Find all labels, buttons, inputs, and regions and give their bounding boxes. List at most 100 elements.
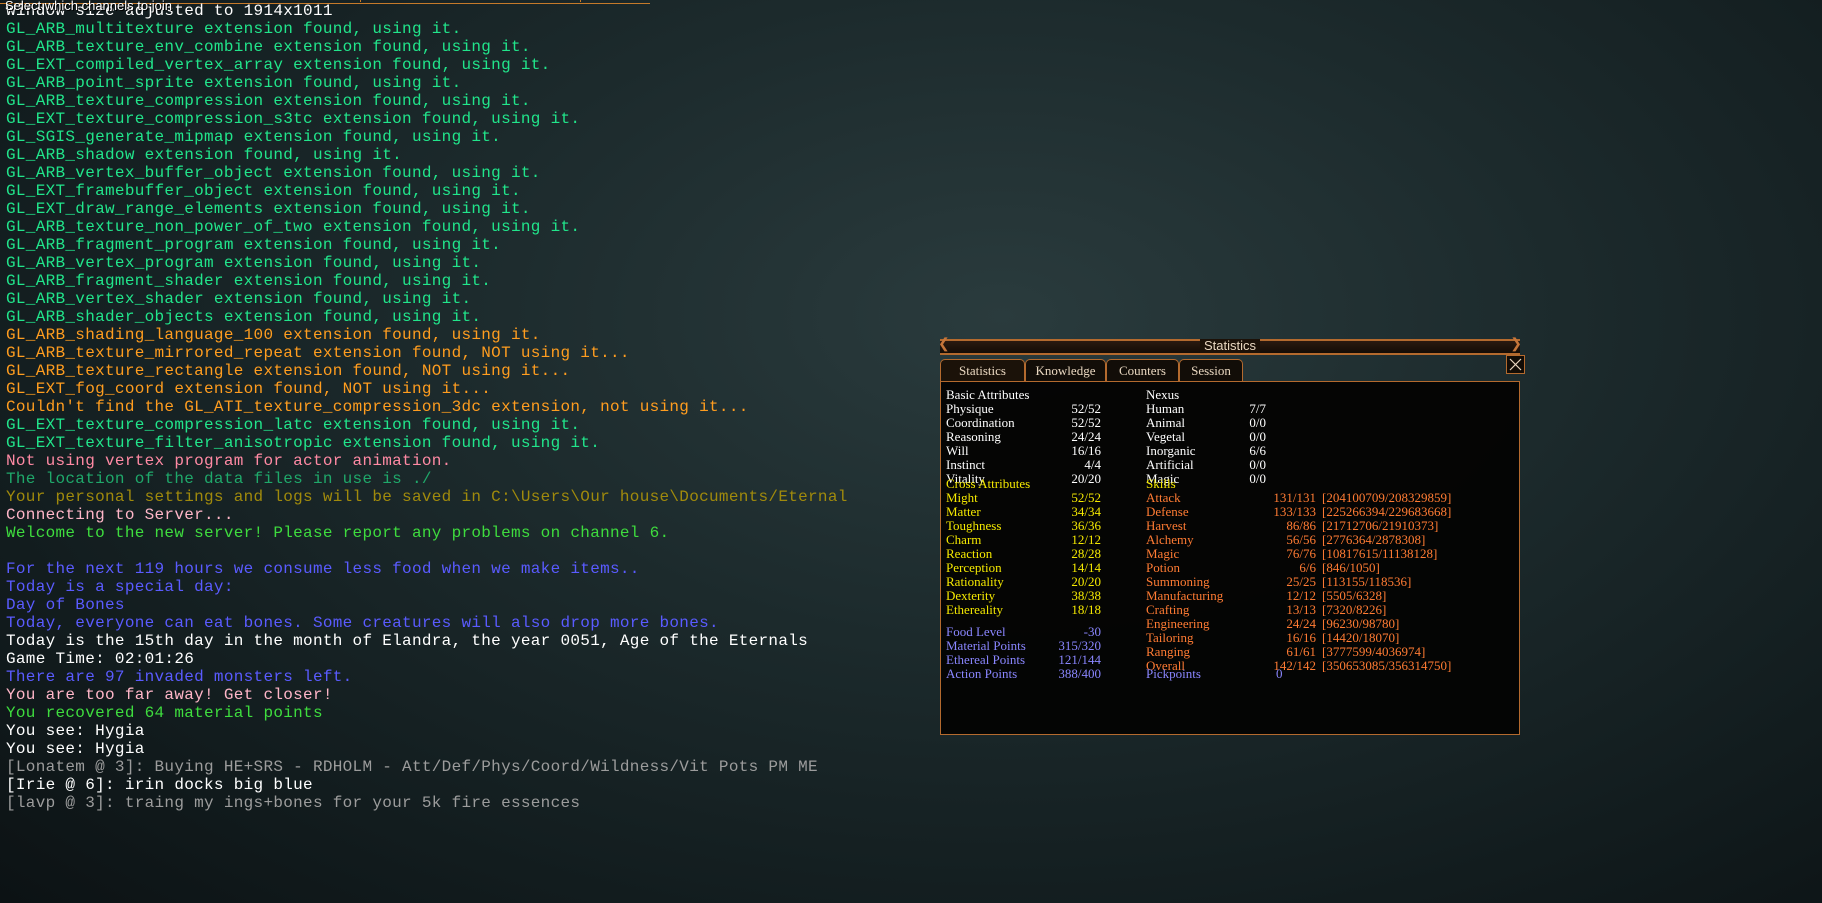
console-line: GL_ARB_fragment_shader extension found, … [6, 272, 492, 290]
skill-label: Summoning [1146, 574, 1210, 589]
skill-value: 13/13 [1286, 602, 1316, 617]
basic-attribute-label: Coordination [946, 415, 1015, 430]
cross-attribute-value: 38/38 [1071, 588, 1101, 603]
console-log: Window size adjusted to 1914x1011 GL_ARB_… [6, 2, 1006, 812]
window-title-bar[interactable]: ❮ ❯ Statistics [938, 337, 1522, 355]
skill-label: Tailoring [1146, 630, 1194, 645]
basic-attribute-label: Instinct [946, 457, 985, 472]
console-line: GL_EXT_texture_compression_s3tc extensio… [6, 110, 581, 128]
console-line: Not using vertex program for actor anima… [6, 452, 452, 470]
skill-value: 24/24 [1286, 616, 1316, 631]
console-line: GL_SGIS_generate_mipmap extension found,… [6, 128, 502, 146]
skill-value: 6/6 [1299, 560, 1316, 575]
tab-session[interactable]: Session [1179, 359, 1243, 381]
skill-value: 142/142 [1273, 658, 1316, 673]
nexus-value: 0/0 [1249, 471, 1266, 486]
console-line: Today, everyone can eat bones. Some crea… [6, 614, 719, 632]
tab-statistics[interactable]: Statistics [940, 359, 1025, 381]
skill-value: 86/86 [1286, 518, 1316, 533]
skill-value: 25/25 [1286, 574, 1316, 589]
cross-attribute-value: 12/12 [1071, 532, 1101, 547]
console-line: Connecting to Server... [6, 506, 234, 524]
tab-knowledge[interactable]: Knowledge [1025, 359, 1106, 381]
basic-attribute-value: 52/52 [1071, 415, 1101, 430]
cross-attribute-value: 52/52 [1071, 490, 1101, 505]
cross-attribute-label: Matter [946, 504, 981, 519]
skill-exp: [5505/6328] [1322, 588, 1387, 603]
cross-attribute-label: Rationality [946, 574, 1004, 589]
skill-label: Potion [1146, 560, 1180, 575]
skill-value: 61/61 [1286, 644, 1316, 659]
console-line: GL_ARB_texture_rectangle extension found… [6, 362, 571, 380]
cross-attribute-label: Ethereality [946, 602, 1004, 617]
console-line: Game Time: 02:01:26 [6, 650, 195, 668]
skill-value: 56/56 [1286, 532, 1316, 547]
basic-attribute-label: Will [946, 443, 969, 458]
skill-value: 133/133 [1273, 504, 1316, 519]
console-line: GL_EXT_texture_filter_anisotropic extens… [6, 434, 601, 452]
nexus-value: 7/7 [1249, 401, 1266, 416]
skill-exp: [14420/18070] [1322, 630, 1400, 645]
console-line: GL_ARB_multitexture extension found, usi… [6, 20, 462, 38]
skill-exp: [21712706/21910373] [1322, 518, 1439, 533]
nexus-label: Artificial [1146, 457, 1194, 472]
console-line: There are 97 invaded monsters left. [6, 668, 353, 686]
skill-label: Crafting [1146, 602, 1190, 617]
console-line: GL_EXT_compiled_vertex_array extension f… [6, 56, 551, 74]
pickpoints-value: 0 [1276, 666, 1283, 681]
console-line: GL_ARB_vertex_buffer_object extension fo… [6, 164, 541, 182]
console-line: GL_EXT_fog_coord extension found, NOT us… [6, 380, 492, 398]
console-line: GL_ARB_fragment_program extension found,… [6, 236, 502, 254]
console-line: GL_ARB_shader_objects extension found, u… [6, 308, 482, 326]
console-line: GL_ARB_vertex_program extension found, u… [6, 254, 482, 272]
skill-exp: [350653085/356314750] [1322, 658, 1452, 673]
point-value: -30 [1083, 624, 1101, 639]
pickpoints-label: Pickpoints [1146, 666, 1201, 681]
cross-attribute-label: Reaction [946, 546, 993, 561]
console-line: Today is a special day: [6, 578, 234, 596]
point-label: Material Points [946, 638, 1026, 653]
nexus-value: 6/6 [1249, 443, 1266, 458]
nexus-value: 0/0 [1249, 457, 1266, 472]
close-icon [1509, 358, 1522, 371]
skill-exp: [2776364/2878308] [1322, 532, 1426, 547]
nexus-label: Human [1146, 401, 1185, 416]
skill-label: Ranging [1146, 644, 1191, 659]
window-title: Statistics [1199, 339, 1261, 353]
cross-attribute-value: 36/36 [1071, 518, 1101, 533]
nexus-label: Animal [1146, 415, 1185, 430]
stats-panel: Basic Attributes Physique 52/52 Coordinati… [940, 381, 1520, 735]
skill-label: Harvest [1146, 518, 1187, 533]
basic-attribute-value: 52/52 [1071, 401, 1101, 416]
point-value: 121/144 [1058, 652, 1101, 667]
title-bar-right-cap: ❯ [1510, 337, 1522, 352]
console-line: GL_ARB_texture_mirrored_repeat extension… [6, 344, 630, 362]
console-line: Today is the 15th day in the month of El… [6, 632, 809, 650]
console-line: You recovered 64 material points [6, 704, 323, 722]
console-line: GL_ARB_texture_non_power_of_two extensio… [6, 218, 581, 236]
point-value: 315/320 [1058, 638, 1101, 653]
console-line: Your personal settings and logs will be … [6, 488, 848, 506]
tab-counters[interactable]: Counters [1106, 359, 1179, 381]
skill-exp: [204100709/208329859] [1322, 490, 1452, 505]
basic-attribute-value: 4/4 [1084, 457, 1101, 472]
skill-exp: [96230/98780] [1322, 616, 1400, 631]
cross-attribute-label: Might [946, 490, 978, 505]
console-line: GL_ARB_shadow extension found, using it. [6, 146, 403, 164]
basic-attribute-value: 16/16 [1071, 443, 1101, 458]
cross-attribute-label: Dexterity [946, 588, 996, 603]
console-line: You are too far away! Get closer! [6, 686, 333, 704]
basic-attribute-value: 24/24 [1071, 429, 1101, 444]
skill-exp: [846/1050] [1322, 560, 1380, 575]
basic-attributes-header: Basic Attributes [946, 387, 1030, 402]
cross-attribute-label: Perception [946, 560, 1002, 575]
skill-exp: [10817615/11138128] [1322, 546, 1438, 561]
skill-label: Engineering [1146, 616, 1210, 631]
skill-label: Magic [1146, 546, 1180, 561]
skill-label: Manufacturing [1146, 588, 1224, 603]
cross-attribute-value: 34/34 [1071, 504, 1101, 519]
skill-value: 16/16 [1286, 630, 1316, 645]
close-button[interactable] [1506, 355, 1525, 374]
console-line: GL_EXT_draw_range_elements extension fou… [6, 200, 531, 218]
